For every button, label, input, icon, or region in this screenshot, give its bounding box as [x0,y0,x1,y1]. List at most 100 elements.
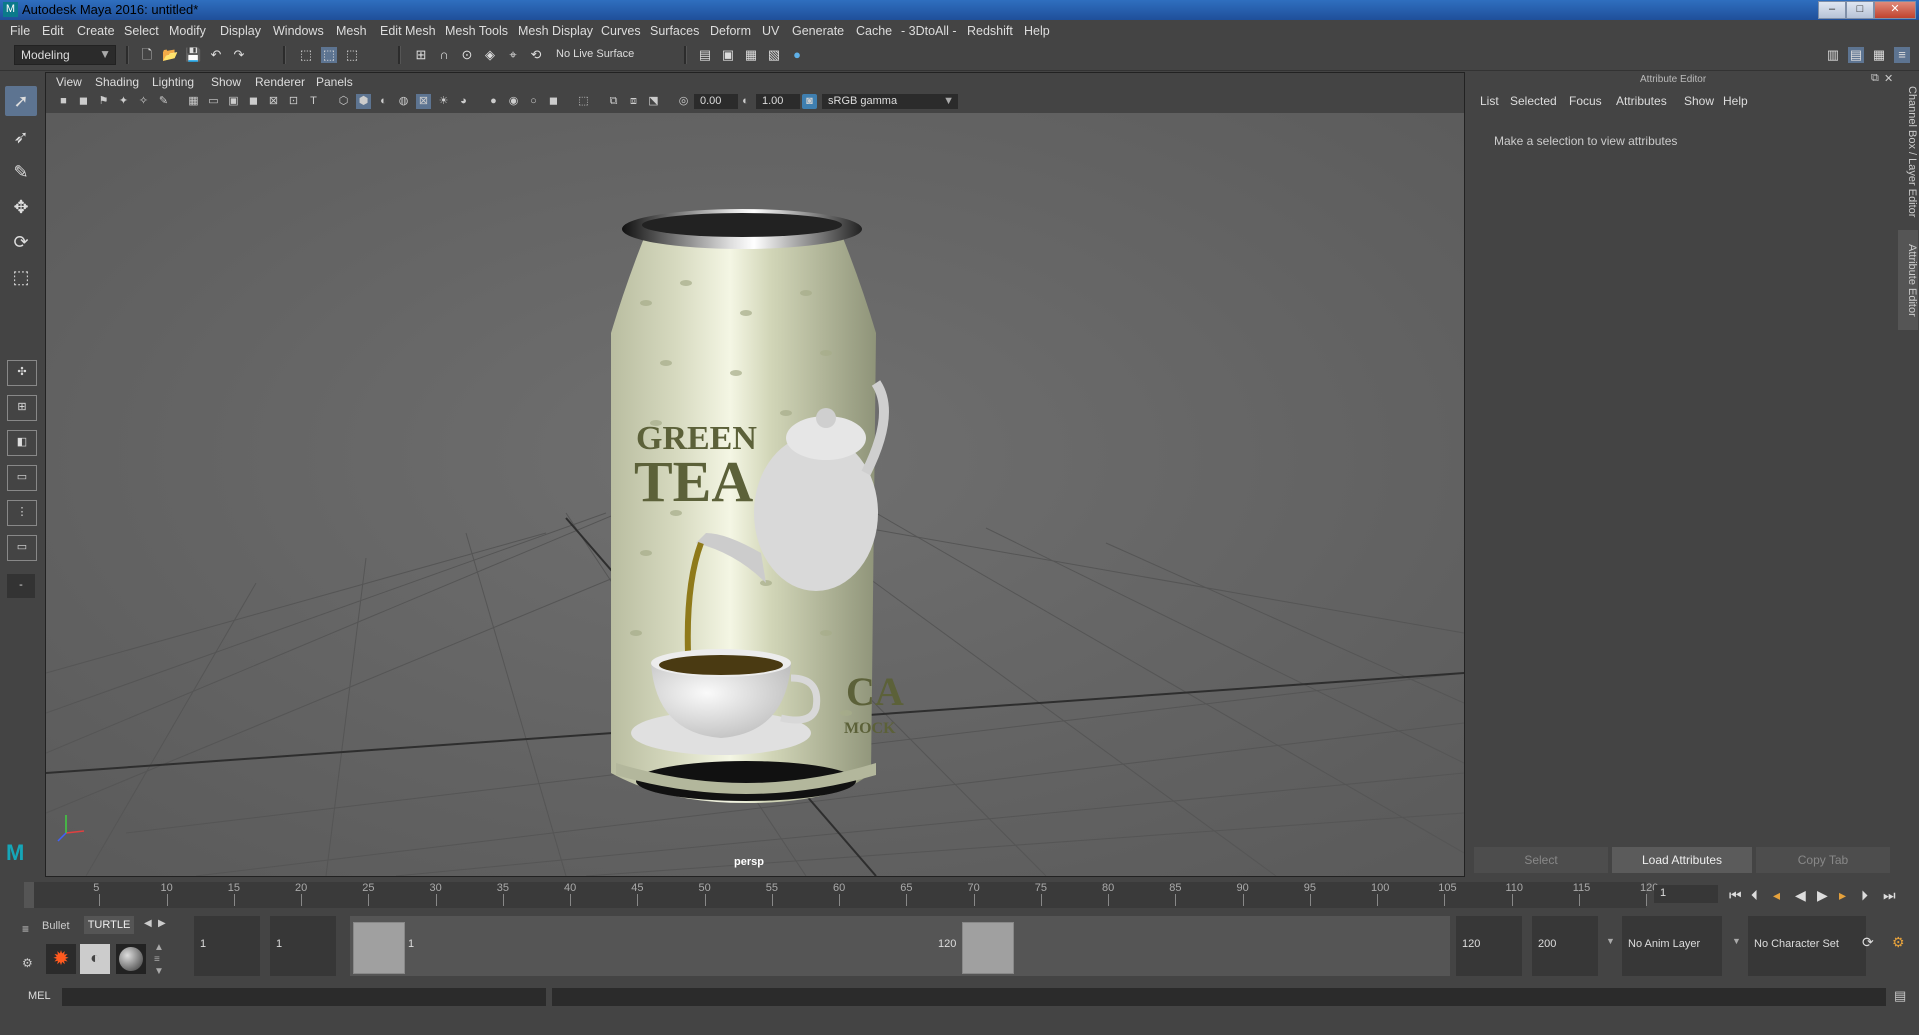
copy-tab-button[interactable]: Copy Tab [1756,847,1890,873]
color-space-dropdown[interactable]: sRGB gamma ▼ [822,94,958,109]
ae-menu-attributes[interactable]: Attributes [1616,94,1667,108]
textured-icon[interactable]: ⊠ [416,94,431,109]
anim-layer-dropdown[interactable]: No Anim Layer [1622,916,1722,976]
current-frame-field[interactable]: 1 [1654,885,1718,903]
menu-cache[interactable]: Cache [856,24,892,38]
range-end-handle[interactable] [962,922,1014,974]
select-by-component-icon[interactable]: ⬚ [344,47,360,63]
menu-curves[interactable]: Curves [601,24,641,38]
new-scene-icon[interactable]: 🗋 [139,47,155,63]
menu-generate[interactable]: Generate [792,24,844,38]
move-tool-icon[interactable]: ✥ [5,192,37,222]
use-all-lights-icon[interactable]: ☀ [436,94,451,109]
gate-mask-icon[interactable]: ◼ [246,94,261,109]
step-forward-key-icon[interactable]: ⏵ [1861,887,1868,904]
screen-space-ao-icon[interactable]: ● [486,94,501,109]
select-by-object-icon[interactable]: ⬚ [321,47,337,63]
channel-box-tab[interactable]: Channel Box / Layer Editor [1898,82,1918,222]
menu-surfaces[interactable]: Surfaces [650,24,699,38]
shelf-menu-icon[interactable]: ≡ [22,922,29,936]
wireframe-on-shaded-icon[interactable]: ◍ [396,94,411,109]
field-chart-icon[interactable]: ⊠ [266,94,281,109]
snap-grid-icon[interactable]: ⊞ [413,47,429,63]
menu-uv[interactable]: UV [762,24,779,38]
menu-mesh[interactable]: Mesh [336,24,367,38]
twod-pan-zoom-icon[interactable]: ✧ [136,94,151,109]
grid-icon[interactable]: ▦ [186,94,201,109]
menu-edit-mesh[interactable]: Edit Mesh [380,24,436,38]
command-input[interactable] [62,988,546,1006]
snap-point-icon[interactable]: ⊙ [459,47,475,63]
select-by-hierarchy-icon[interactable]: ⬚ [298,47,314,63]
menu-mesh-tools[interactable]: Mesh Tools [445,24,508,38]
menu-deform[interactable]: Deform [710,24,751,38]
resolution-gate-icon[interactable]: ▣ [226,94,241,109]
menu-redshift[interactable]: Redshift [967,24,1013,38]
smooth-shade-icon[interactable]: ⬢ [356,94,371,109]
load-attributes-button[interactable]: Load Attributes [1612,847,1752,873]
scale-tool-icon[interactable]: ⬚ [5,262,37,292]
close-button[interactable]: ✕ [1874,1,1916,19]
exposure-field[interactable]: 0.00 [694,94,738,109]
gamma-icon[interactable]: ◐ [738,94,753,109]
rotate-tool-icon[interactable]: ⟳ [5,227,37,257]
step-forward-frame-icon[interactable]: ▸ [1839,887,1846,904]
xray-icon[interactable]: ⧉ [606,94,621,109]
shelf-tab-turtle[interactable]: TURTLE [84,916,134,934]
outliner-layout-icon[interactable]: ⋮ [7,500,37,526]
shelf-scroll-left-icon[interactable]: ◀ [144,918,152,929]
ae-menu-help[interactable]: Help [1723,94,1748,108]
use-default-material-icon[interactable]: ◐ [376,94,391,109]
viewport-panel[interactable]: View Shading Lighting Show Renderer Pane… [45,72,1465,877]
menu-windows[interactable]: Windows [273,24,324,38]
auto-key-icon[interactable]: ⟳ [1862,934,1874,951]
persp-outliner-layout-icon[interactable]: ◧ [7,430,37,456]
menu-display[interactable]: Display [220,24,261,38]
maximize-button[interactable]: □ [1846,1,1874,19]
safe-action-icon[interactable]: ⊡ [286,94,301,109]
render-view-icon[interactable]: ▤ [697,47,713,63]
play-forwards-icon[interactable]: ▶ [1817,887,1828,904]
script-editor-icon[interactable]: ▤ [1894,988,1906,1004]
shelf-settings-icon[interactable]: ⚙ [22,956,33,970]
close-panel-icon[interactable]: ✕ [1884,72,1893,85]
sphere-material-icon[interactable] [116,944,146,974]
toggle-attribute-editor-icon[interactable]: ▤ [1848,47,1864,63]
wireframe-icon[interactable]: ⬡ [336,94,351,109]
shelf-tab-bullet[interactable]: Bullet [42,920,70,932]
playback-end-field[interactable]: 120 [1456,916,1522,976]
vp-menu-panels[interactable]: Panels [316,75,353,89]
render-settings-icon[interactable]: ▧ [766,47,782,63]
lasso-tool-icon[interactable]: ➶ [5,122,37,152]
animation-end-field[interactable]: 200 [1532,916,1598,976]
vp-menu-show[interactable]: Show [211,75,241,89]
snap-live-icon[interactable]: ⌖ [505,47,521,63]
ipr-render-icon[interactable]: ▦ [743,47,759,63]
snap-view-plane-icon[interactable]: ◈ [482,47,498,63]
toggle-modeling-toolkit-icon[interactable]: ▥ [1825,47,1841,63]
step-back-frame-icon[interactable]: ◂ [1773,887,1780,904]
menu-modify[interactable]: Modify [169,24,206,38]
ae-menu-focus[interactable]: Focus [1569,94,1602,108]
four-view-layout-icon[interactable]: ⊞ [7,395,37,421]
render-shelf-icon[interactable]: ◐ [80,944,110,974]
gamma-field[interactable]: 1.00 [756,94,800,109]
undo-icon[interactable]: ↶ [208,47,224,63]
step-back-key-icon[interactable]: ⏴ [1751,887,1758,904]
vp-menu-shading[interactable]: Shading [95,75,139,89]
menu-create[interactable]: Create [77,24,115,38]
ae-select-button[interactable]: Select [1474,847,1608,873]
animation-start-field[interactable]: 1 [194,916,260,976]
ae-menu-show[interactable]: Show [1684,94,1714,108]
menu-mesh-display[interactable]: Mesh Display [518,24,593,38]
save-scene-icon[interactable]: 💾 [185,47,201,63]
script-mode-label[interactable]: MEL [28,990,51,1002]
exposure-icon[interactable]: ◎ [676,94,691,109]
open-scene-icon[interactable]: 📂 [162,47,178,63]
shelf-scroll-icon[interactable]: ▲ ≡ ▼ [154,942,164,978]
make-live-icon[interactable]: ⟲ [528,47,544,63]
minimize-button[interactable]: – [1818,1,1846,19]
range-start-handle[interactable] [353,922,405,974]
persp-graph-layout-icon[interactable]: ▭ [7,465,37,491]
single-perspective-layout-icon[interactable]: ✣ [7,360,37,386]
